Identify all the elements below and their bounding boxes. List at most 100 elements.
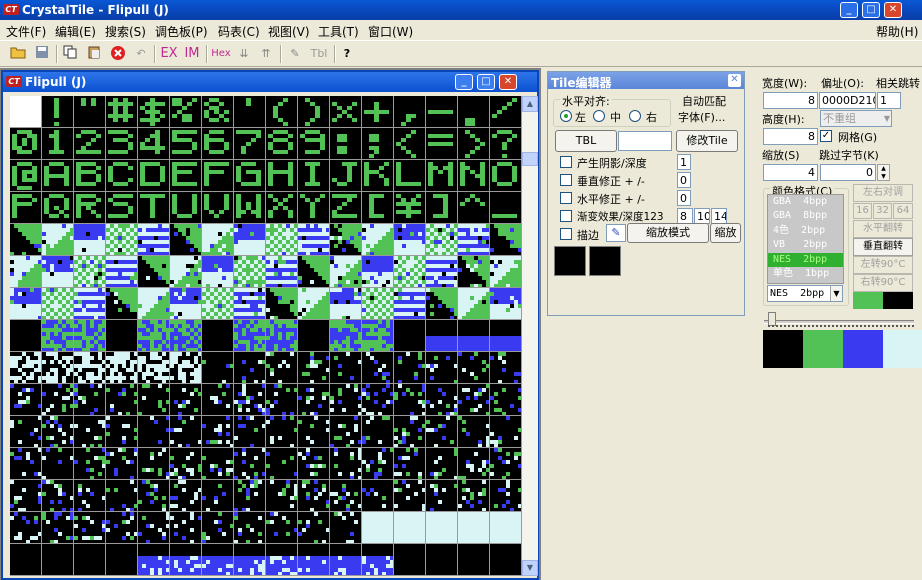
- palette-color-a[interactable]: [853, 292, 883, 309]
- palette-swatch-3[interactable]: [883, 330, 922, 368]
- color-format-vb2[interactable]: VB 2bpp: [768, 238, 843, 252]
- pen-color-icon[interactable]: ✎: [606, 224, 626, 242]
- menu-view[interactable]: 视图(V): [268, 23, 310, 40]
- menu-codetable[interactable]: 码表(C): [218, 23, 260, 40]
- save-icon[interactable]: [32, 45, 52, 63]
- app-title: CrystalTile - Flipull (J): [22, 3, 169, 17]
- open-folder-icon[interactable]: [8, 45, 28, 63]
- scroll-up-button[interactable]: ▲: [522, 96, 538, 112]
- zoom-mode-button[interactable]: 缩放模式: [627, 223, 709, 243]
- vfix-input[interactable]: 0: [677, 172, 691, 188]
- menu-file[interactable]: 文件(F): [6, 23, 46, 40]
- minimize-button[interactable]: _: [840, 2, 858, 18]
- tbl-button[interactable]: Tbl: [308, 45, 330, 63]
- tile-editor-panel: Tile编辑器 ✕ 水平对齐: 左 中 右 自动匹配 字体(F)... TBL …: [547, 71, 745, 316]
- rotate-left-button[interactable]: 左转90°C: [853, 256, 913, 274]
- tbl-toggle-button[interactable]: TBL: [555, 130, 617, 152]
- swap-lr-button[interactable]: 左右对调: [853, 184, 913, 202]
- grid-checkbox[interactable]: ✓: [820, 130, 832, 142]
- menu-tools[interactable]: 工具(T): [318, 23, 359, 40]
- gradient-checkbox[interactable]: [560, 210, 572, 222]
- child-close-button[interactable]: ✕: [499, 74, 517, 90]
- relative-jump-label: 相关跳转: [876, 77, 920, 90]
- shadow-checkbox[interactable]: [560, 156, 572, 168]
- offset-input[interactable]: 0000D210: [819, 92, 876, 109]
- modify-tile-button[interactable]: 修改Tile: [676, 130, 738, 152]
- gradient-depth-3[interactable]: 14: [711, 208, 727, 224]
- sort-up-icon[interactable]: ⇈: [256, 45, 276, 63]
- paste-icon[interactable]: [84, 45, 104, 63]
- fg-color-swatch[interactable]: [554, 246, 586, 276]
- palette-slider-ticks: [768, 325, 914, 328]
- outline-checkbox[interactable]: [560, 228, 572, 240]
- halign-right-radio[interactable]: [629, 110, 641, 122]
- vertical-scrollbar[interactable]: ▲ ▼: [522, 96, 538, 576]
- jump-input[interactable]: 1: [877, 92, 901, 109]
- palette-swatch-2[interactable]: [843, 330, 883, 368]
- color-format-list[interactable]: GBA 4bpp GBA 8bpp 4色 2bpp VB 2bpp NES 2b…: [767, 194, 844, 284]
- undo-icon[interactable]: ↶: [132, 45, 150, 63]
- menu-search[interactable]: 搜索(S): [105, 23, 146, 40]
- tbl-input[interactable]: [618, 131, 672, 151]
- export-button[interactable]: EX: [158, 45, 180, 63]
- color-format-dropdown-icon[interactable]: ▼: [830, 286, 842, 301]
- stop-icon[interactable]: [108, 45, 128, 63]
- font-button[interactable]: 字体(F)...: [678, 109, 725, 125]
- gradient-depth-2[interactable]: 10: [694, 208, 710, 224]
- vfix-label: 垂直修正 + /-: [577, 175, 645, 188]
- zoom-input[interactable]: 4: [763, 164, 818, 181]
- scroll-down-button[interactable]: ▼: [522, 560, 538, 576]
- color-format-gba8[interactable]: GBA 8bpp: [768, 209, 843, 223]
- hfix-checkbox[interactable]: [560, 192, 572, 204]
- halign-label: 水平对齐:: [560, 93, 612, 109]
- child-minimize-button[interactable]: _: [455, 74, 473, 90]
- skip-bytes-spinner[interactable]: ▲ ▼: [877, 164, 890, 181]
- palette-slider-thumb[interactable]: [768, 312, 776, 326]
- reorg-dropdown-icon[interactable]: ▼: [882, 111, 892, 126]
- menu-palette[interactable]: 调色板(P): [155, 23, 208, 40]
- hfix-input[interactable]: 0: [677, 190, 691, 206]
- halign-left-radio[interactable]: [560, 110, 572, 122]
- copy-icon[interactable]: [60, 45, 80, 63]
- menu-help[interactable]: 帮助(H): [876, 23, 918, 40]
- scroll-thumb[interactable]: [522, 152, 538, 166]
- child-maximize-button[interactable]: □: [477, 74, 495, 90]
- menu-window[interactable]: 窗口(W): [368, 23, 413, 40]
- color-format-mono1[interactable]: 单色 1bpp: [768, 267, 843, 281]
- maximize-button[interactable]: □: [862, 2, 880, 18]
- palette-swatch-1[interactable]: [803, 330, 843, 368]
- hex-button[interactable]: Hex: [210, 45, 232, 63]
- tile-grid-canvas[interactable]: [10, 96, 522, 576]
- toolbar: ↶ EX IM Hex ⇊ ⇈ ✎ Tbl ?: [0, 40, 922, 67]
- palette-swatch-0[interactable]: [763, 330, 803, 368]
- palette-slider-track[interactable]: [764, 320, 914, 324]
- rotate-right-button[interactable]: 右转90°C: [853, 274, 913, 292]
- close-button[interactable]: ✕: [884, 2, 902, 18]
- menu-edit[interactable]: 编辑(E): [55, 23, 96, 40]
- brush-icon[interactable]: ✎: [284, 45, 306, 63]
- zoom-button[interactable]: 缩放: [710, 223, 741, 243]
- color-format-gba4[interactable]: GBA 4bpp: [768, 195, 843, 209]
- bg-color-swatch[interactable]: [589, 246, 621, 276]
- hflip-button[interactable]: 水平翻转: [853, 220, 913, 238]
- gradient-depth-1[interactable]: 8: [677, 208, 693, 224]
- height-input[interactable]: 8: [763, 128, 818, 145]
- palette-color-b[interactable]: [883, 292, 913, 309]
- sort-down-icon[interactable]: ⇊: [234, 45, 254, 63]
- vfix-checkbox[interactable]: [560, 174, 572, 186]
- vflip-button[interactable]: 垂直翻转: [853, 238, 913, 256]
- halign-left-label: 左: [575, 111, 586, 124]
- color-format-nes2[interactable]: NES 2bpp: [768, 252, 843, 267]
- help-icon[interactable]: ?: [338, 45, 356, 63]
- import-button[interactable]: IM: [182, 45, 202, 63]
- width-input[interactable]: 8: [763, 92, 818, 109]
- skip-bytes-input[interactable]: 0: [820, 164, 876, 181]
- auto-match-label: 自动匹配: [682, 95, 726, 108]
- size-16-button[interactable]: 16: [853, 203, 872, 219]
- size-64-button[interactable]: 64: [893, 203, 913, 219]
- shadow-depth-input[interactable]: 1: [677, 154, 691, 170]
- size-32-button[interactable]: 32: [873, 203, 892, 219]
- halign-center-radio[interactable]: [593, 110, 605, 122]
- color-format-4c2[interactable]: 4色 2bpp: [768, 224, 843, 238]
- tile-editor-close-icon[interactable]: ✕: [728, 74, 741, 87]
